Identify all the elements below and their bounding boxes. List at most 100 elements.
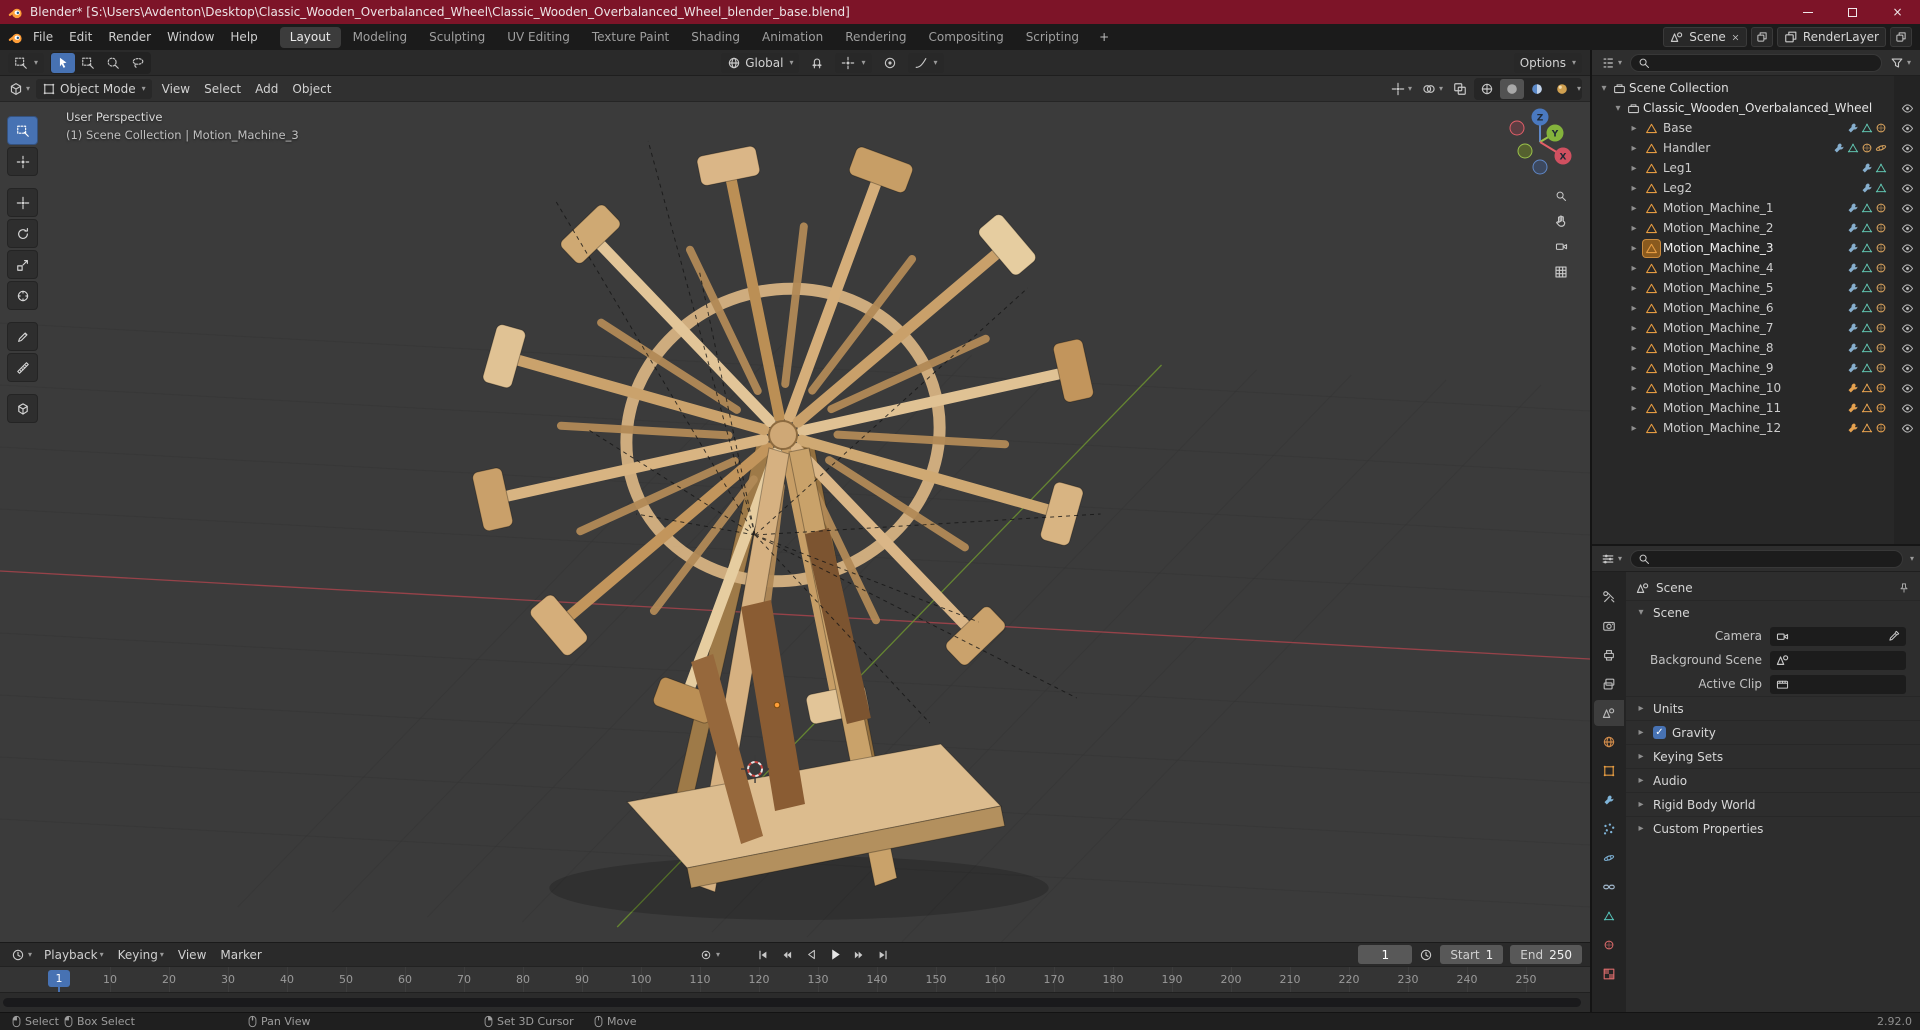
view-layer-selector[interactable]: RenderLayer <box>1776 27 1886 47</box>
wheel-model[interactable] <box>472 145 1095 893</box>
workspace-tab-animation[interactable]: Animation <box>752 27 833 48</box>
disclosure-icon[interactable]: ▾ <box>1612 103 1624 114</box>
add-workspace-button[interactable]: + <box>1091 28 1117 46</box>
jump-to-start-button[interactable] <box>752 945 774 964</box>
viewport-canvas[interactable]: User Perspective (1) Scene Collection | … <box>0 102 1590 942</box>
outliner-label[interactable]: Motion_Machine_1 <box>1663 201 1774 215</box>
xray-toggle-button[interactable] <box>1450 80 1470 98</box>
use-preview-range-icon[interactable] <box>1419 948 1433 962</box>
disclosure-icon[interactable]: ▸ <box>1628 163 1640 174</box>
menu-file[interactable]: File <box>25 27 61 47</box>
eye-icon[interactable] <box>1901 262 1914 275</box>
outliner-row-motion-machine-11[interactable]: ▸ Motion_Machine_11 <box>1592 398 1920 418</box>
outliner-label[interactable]: Motion_Machine_6 <box>1663 301 1774 315</box>
new-scene-button[interactable] <box>1750 27 1773 47</box>
outliner-label[interactable]: Classic_Wooden_Overbalanced_Wheel <box>1643 101 1872 115</box>
workspace-tab-shading[interactable]: Shading <box>681 27 750 48</box>
outliner-label[interactable]: Motion_Machine_7 <box>1663 321 1774 335</box>
outliner-row-base[interactable]: ▸ Base <box>1592 118 1920 138</box>
outliner-label[interactable]: Motion_Machine_10 <box>1663 381 1781 395</box>
timeline-editor-type-button[interactable]: ▾ <box>8 946 35 964</box>
next-keyframe-button[interactable] <box>848 945 870 964</box>
workspace-tab-modeling[interactable]: Modeling <box>343 27 418 48</box>
new-view-layer-button[interactable] <box>1890 27 1912 47</box>
outliner-row-motion-machine-3[interactable]: ▸ Motion_Machine_3 <box>1592 238 1920 258</box>
outliner-label[interactable]: Motion_Machine_5 <box>1663 281 1774 295</box>
disclosure-icon[interactable]: ▸ <box>1628 223 1640 234</box>
toggle-ortho-grid-icon[interactable] <box>1554 265 1568 279</box>
outliner-label[interactable]: Motion_Machine_3 <box>1663 241 1774 255</box>
tool-cursor[interactable] <box>7 147 38 176</box>
gravity-checkbox[interactable]: ✓ <box>1653 726 1666 739</box>
properties-tab-texture-icon[interactable] <box>1594 961 1624 987</box>
disclosure-icon[interactable]: ▸ <box>1628 383 1640 394</box>
editor-type-button[interactable]: ▾ <box>6 80 33 98</box>
disclosure-icon[interactable]: ▸ <box>1628 243 1640 254</box>
jump-to-end-button[interactable] <box>872 945 894 964</box>
outliner-row-leg1[interactable]: ▸ Leg1 <box>1592 158 1920 178</box>
eye-icon[interactable] <box>1901 362 1914 375</box>
panel-scene[interactable]: ▾ Scene <box>1626 600 1920 624</box>
eye-icon[interactable] <box>1901 162 1914 175</box>
outliner-editor-type-button[interactable]: ▾ <box>1598 54 1625 72</box>
outliner-label[interactable]: Motion_Machine_12 <box>1663 421 1781 435</box>
properties-editor-type-button[interactable]: ▾ <box>1598 550 1625 568</box>
eyedropper-icon[interactable] <box>1888 630 1900 642</box>
properties-tab-scene-tab-icon[interactable] <box>1594 700 1624 726</box>
properties-tab-output-icon[interactable] <box>1594 642 1624 668</box>
properties-tab-world-icon[interactable] <box>1594 729 1624 755</box>
properties-tab-tool-icon[interactable] <box>1594 584 1624 610</box>
tool-move[interactable] <box>7 188 38 217</box>
outliner-row-motion-machine-1[interactable]: ▸ Motion_Machine_1 <box>1592 198 1920 218</box>
disclosure-icon[interactable]: ▸ <box>1628 183 1640 194</box>
camera-field[interactable] <box>1770 626 1906 646</box>
outliner-row-motion-machine-10[interactable]: ▸ Motion_Machine_10 <box>1592 378 1920 398</box>
axis-neg-x-ball[interactable] <box>1509 120 1525 136</box>
maximize-button[interactable] <box>1830 0 1875 24</box>
properties-tab-modifier-wrench-icon[interactable] <box>1594 787 1624 813</box>
outliner-row-motion-machine-7[interactable]: ▸ Motion_Machine_7 <box>1592 318 1920 338</box>
outliner-row-motion-machine-9[interactable]: ▸ Motion_Machine_9 <box>1592 358 1920 378</box>
panel-units[interactable]: ▸ Units <box>1626 696 1920 720</box>
outliner-row-motion-machine-2[interactable]: ▸ Motion_Machine_2 <box>1592 218 1920 238</box>
start-frame-field[interactable]: Start 1 <box>1440 945 1504 964</box>
timeline-menu-marker[interactable]: Marker <box>213 946 268 964</box>
lasso-select-mode-button[interactable] <box>126 53 150 73</box>
outliner-row-motion-machine-8[interactable]: ▸ Motion_Machine_8 <box>1592 338 1920 358</box>
zoom-icon[interactable] <box>1555 190 1567 202</box>
timeline-menu-view[interactable]: View <box>171 946 213 964</box>
disclosure-icon[interactable]: ▸ <box>1628 343 1640 354</box>
viewport-scene[interactable] <box>0 102 1590 942</box>
active-tool-dropdown[interactable]: ▾ <box>8 52 45 73</box>
menu-help[interactable]: Help <box>222 27 265 47</box>
outliner-row-handler[interactable]: ▸ Handler <box>1592 138 1920 158</box>
panel-rigid-body-world[interactable]: ▸ Rigid Body World <box>1626 792 1920 816</box>
properties-tab-material-icon[interactable] <box>1594 932 1624 958</box>
tool-transform[interactable] <box>7 281 38 310</box>
pin-icon[interactable] <box>1898 582 1910 594</box>
outliner-row-motion-machine-6[interactable]: ▸ Motion_Machine_6 <box>1592 298 1920 318</box>
workspace-tab-rendering[interactable]: Rendering <box>835 27 916 48</box>
snap-settings-dropdown[interactable]: ▾ <box>835 52 872 73</box>
timeline-menu-keying[interactable]: Keying ▾ <box>111 946 171 964</box>
shading-rendered-button[interactable] <box>1550 79 1574 99</box>
outliner-row-motion-machine-12[interactable]: ▸ Motion_Machine_12 <box>1592 418 1920 438</box>
viewport-menu-add[interactable]: Add <box>248 79 285 99</box>
horizontal-scrollbar[interactable] <box>3 998 1581 1007</box>
eye-icon[interactable] <box>1901 342 1914 355</box>
disclosure-icon[interactable]: ▸ <box>1628 303 1640 314</box>
viewport-menu-object[interactable]: Object <box>285 79 338 99</box>
outliner-label[interactable]: Leg1 <box>1663 161 1692 175</box>
disclosure-icon[interactable]: ▸ <box>1628 143 1640 154</box>
menu-window[interactable]: Window <box>159 27 222 47</box>
outliner-label[interactable]: Leg2 <box>1663 181 1692 195</box>
play-button[interactable] <box>824 945 846 964</box>
outliner-label[interactable]: Scene Collection <box>1629 81 1729 95</box>
eye-icon[interactable] <box>1901 242 1914 255</box>
shading-material-button[interactable] <box>1525 79 1549 99</box>
properties-tab-particles-icon[interactable] <box>1594 816 1624 842</box>
eye-icon[interactable] <box>1901 182 1914 195</box>
proportional-edit-button[interactable] <box>878 53 902 73</box>
camera-view-icon[interactable] <box>1555 240 1568 253</box>
tool-add-cube[interactable] <box>7 394 38 423</box>
